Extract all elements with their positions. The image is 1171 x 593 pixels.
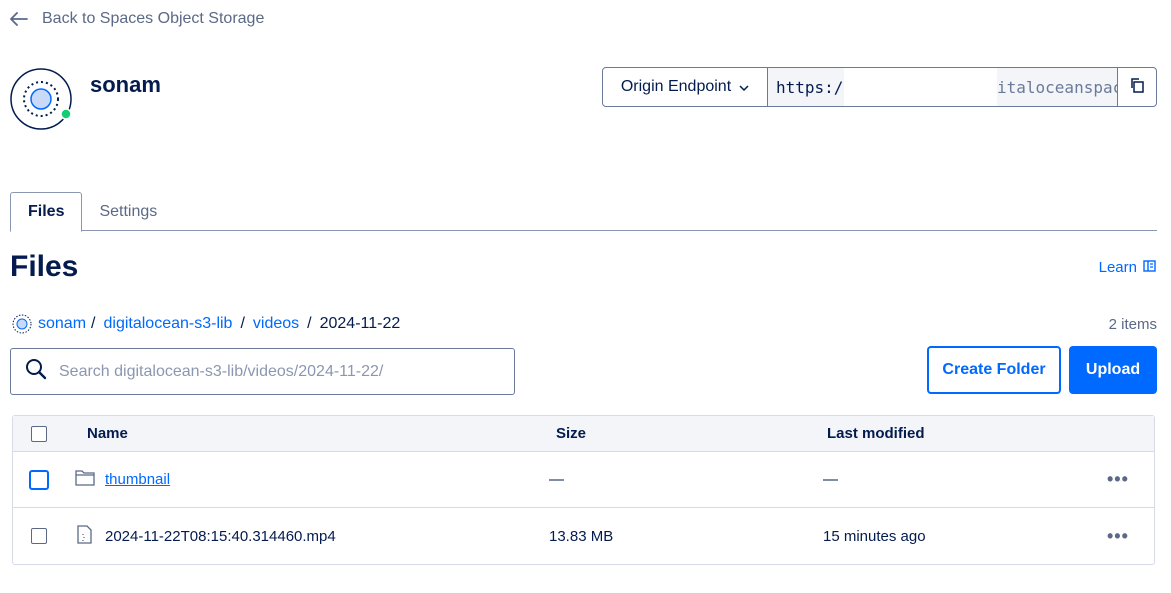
table-row: 2024-11-22T08:15:40.314460.mp4 13.83 MB …: [13, 508, 1154, 564]
row-select-cell: [29, 452, 49, 507]
redacted-region: [844, 68, 997, 106]
search-icon: [25, 358, 47, 385]
tab-bar: Files Settings: [10, 192, 1157, 232]
space-avatar: [10, 68, 73, 131]
size-cell: —: [549, 471, 564, 488]
select-all-checkbox[interactable]: [31, 425, 47, 442]
space-small-icon: [12, 314, 32, 334]
learn-link[interactable]: Learn: [1099, 259, 1156, 276]
modified-cell: 15 minutes ago: [823, 527, 926, 545]
row-checkbox[interactable]: [29, 469, 49, 490]
breadcrumb-item-videos[interactable]: videos: [253, 315, 299, 333]
size-cell: 13.83 MB: [549, 527, 614, 545]
more-actions-button[interactable]: •••: [1107, 508, 1129, 564]
column-name[interactable]: Name: [87, 416, 128, 451]
endpoint-url-end: italoceanspac: [997, 78, 1117, 97]
endpoint-url-field[interactable]: https:/ italoceanspac: [768, 67, 1117, 107]
back-link-label: Back to Spaces Object Storage: [42, 10, 265, 27]
table-row: thumbnail — — •••: [13, 452, 1154, 508]
endpoint-select[interactable]: Origin Endpoint: [602, 67, 768, 107]
learn-link-label: Learn: [1098, 259, 1137, 276]
endpoint-select-label: Origin Endpoint: [620, 78, 732, 95]
breadcrumb-separator: /: [307, 315, 312, 332]
row-checkbox[interactable]: [31, 528, 47, 544]
chevron-down-icon: [739, 78, 749, 96]
file-icon: [77, 524, 92, 548]
upload-button[interactable]: Upload: [1069, 346, 1157, 394]
book-icon: [1143, 259, 1156, 276]
file-name[interactable]: 2024-11-22T08:15:40.314460.mp4: [105, 528, 336, 545]
column-size[interactable]: Size: [556, 416, 586, 451]
table-header: Name Size Last modified: [13, 416, 1154, 452]
select-all-cell: [31, 416, 47, 451]
search-input[interactable]: [59, 362, 479, 381]
name-cell: 2024-11-22T08:15:40.314460.mp4: [75, 508, 336, 564]
files-table: Name Size Last modified thumbnail — — ••…: [12, 415, 1155, 565]
item-count: 2 items: [1108, 316, 1157, 333]
copy-button[interactable]: [1117, 67, 1157, 107]
search-box: [10, 348, 515, 395]
breadcrumb-item-bucket[interactable]: digitalocean-s3-lib: [103, 315, 232, 333]
modified-cell: —: [823, 471, 838, 488]
arrow-left-icon: [10, 12, 28, 26]
folder-link[interactable]: thumbnail: [105, 471, 170, 488]
create-folder-button[interactable]: Create Folder: [927, 346, 1061, 394]
tab-files[interactable]: Files: [10, 192, 83, 232]
row-select-cell: [31, 508, 47, 564]
breadcrumb-current: 2024-11-22: [319, 315, 401, 332]
copy-icon: [1129, 77, 1145, 98]
breadcrumb-root[interactable]: sonam: [38, 315, 86, 333]
endpoint-control: Origin Endpoint https:/ italoceanspac: [602, 67, 1157, 107]
breadcrumb: sonam / digitalocean-s3-lib / videos / 2…: [12, 314, 400, 334]
column-last-modified[interactable]: Last modified: [827, 416, 925, 451]
space-name: sonam: [90, 72, 161, 97]
breadcrumb-separator: /: [240, 315, 245, 332]
tab-settings[interactable]: Settings: [82, 192, 174, 231]
more-actions-button[interactable]: •••: [1107, 452, 1129, 507]
breadcrumb-separator: /: [91, 315, 96, 332]
back-link[interactable]: Back to Spaces Object Storage: [10, 10, 264, 28]
name-cell: thumbnail: [75, 452, 170, 507]
endpoint-url-start: https:/: [776, 78, 844, 97]
folder-icon: [75, 469, 95, 490]
page-title: Files: [10, 250, 79, 283]
